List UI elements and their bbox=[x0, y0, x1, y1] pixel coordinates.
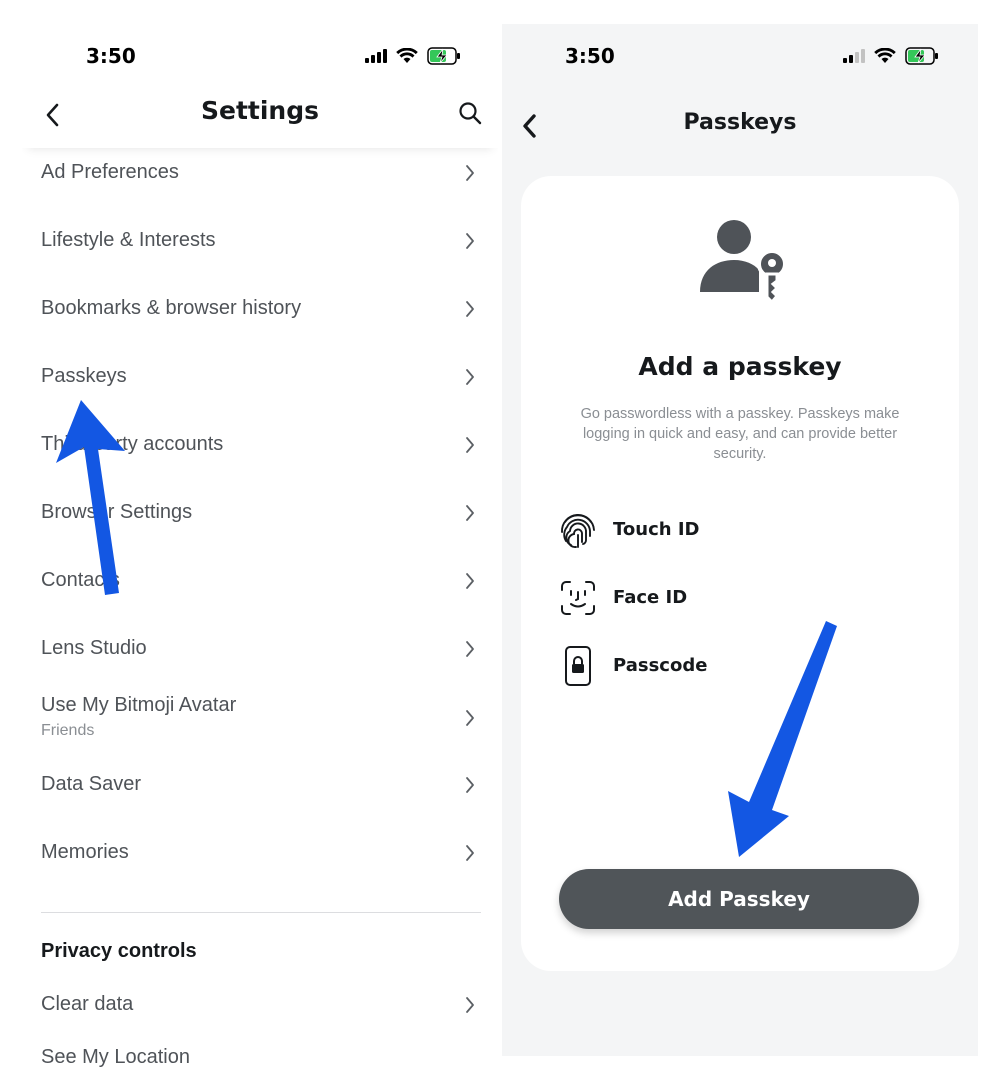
status-time: 3:50 bbox=[86, 44, 136, 68]
settings-item-ad-preferences[interactable]: Ad Preferences bbox=[22, 143, 498, 203]
search-icon[interactable] bbox=[458, 101, 482, 125]
face-id-icon bbox=[561, 581, 595, 615]
wifi-icon bbox=[874, 48, 896, 64]
status-icons bbox=[365, 47, 461, 65]
signal-icon bbox=[365, 49, 387, 63]
settings-item-bookmarks-history[interactable]: Bookmarks & browser history bbox=[22, 279, 498, 339]
chevron-right-icon bbox=[466, 641, 474, 657]
chevron-right-icon bbox=[466, 710, 474, 726]
settings-item-contacts[interactable]: Contacts bbox=[22, 551, 498, 611]
settings-item-third-party-accounts[interactable]: Third-party accounts bbox=[22, 415, 498, 475]
settings-item-label: Ad Preferences bbox=[41, 161, 179, 183]
chevron-right-icon bbox=[466, 233, 474, 249]
passkey-card: Add a passkey Go passwordless with a pas… bbox=[521, 176, 959, 971]
wifi-icon bbox=[396, 48, 418, 64]
add-passkey-heading: Add a passkey bbox=[638, 352, 842, 381]
chevron-right-icon bbox=[466, 573, 474, 589]
passcode-phone-icon bbox=[565, 646, 591, 686]
chevron-right-icon bbox=[466, 997, 474, 1013]
chevron-right-icon bbox=[466, 505, 474, 521]
chevron-right-icon bbox=[466, 845, 474, 861]
settings-item-label: Lifestyle & Interests bbox=[41, 229, 216, 251]
settings-item-label: Clear data bbox=[41, 993, 134, 1015]
chevron-right-icon bbox=[466, 301, 474, 317]
settings-item-browser-settings[interactable]: Browser Settings bbox=[22, 483, 498, 543]
passkeys-screen: 3:50 Passkeys Add a passkey Go passwordl… bbox=[502, 24, 978, 1056]
user-key-icon bbox=[700, 220, 787, 304]
settings-item-passkeys[interactable]: Passkeys bbox=[22, 347, 498, 407]
settings-item-clear-data[interactable]: Clear data bbox=[22, 975, 498, 1035]
section-divider bbox=[41, 912, 481, 913]
method-face-id: Face ID bbox=[559, 578, 919, 618]
settings-item-label: Use My Bitmoji Avatar bbox=[41, 694, 237, 716]
settings-item-label: Passkeys bbox=[41, 365, 127, 387]
settings-header: Settings bbox=[22, 82, 498, 148]
add-passkey-button[interactable]: Add Passkey bbox=[559, 869, 919, 929]
settings-item-lens-studio[interactable]: Lens Studio bbox=[22, 619, 498, 679]
method-label: Passcode bbox=[613, 655, 708, 676]
chevron-right-icon bbox=[466, 777, 474, 793]
settings-screen: 3:50 Settings Ad Preferences Lifestyle &… bbox=[22, 0, 498, 1079]
settings-item-lifestyle-interests[interactable]: Lifestyle & Interests bbox=[22, 211, 498, 271]
method-label: Touch ID bbox=[613, 519, 700, 540]
battery-charging-icon bbox=[427, 47, 461, 65]
method-label: Face ID bbox=[613, 587, 688, 608]
settings-item-label: Browser Settings bbox=[41, 501, 193, 523]
settings-item-label: Contacts bbox=[41, 569, 120, 591]
method-touch-id: Touch ID bbox=[559, 510, 919, 550]
settings-item-label: Data Saver bbox=[41, 773, 142, 795]
battery-charging-icon bbox=[905, 47, 939, 65]
settings-item-bitmoji-avatar[interactable]: Use My Bitmoji Avatar Friends bbox=[22, 687, 498, 755]
settings-item-see-my-location[interactable]: See My Location bbox=[41, 1046, 190, 1069]
status-icons bbox=[843, 47, 939, 65]
privacy-controls-heading: Privacy controls bbox=[41, 940, 197, 962]
status-time: 3:50 bbox=[565, 44, 615, 68]
page-title: Passkeys bbox=[683, 110, 797, 135]
method-passcode: Passcode bbox=[559, 646, 919, 686]
settings-item-sublabel: Friends bbox=[41, 722, 95, 739]
chevron-right-icon bbox=[466, 165, 474, 181]
settings-item-label: Memories bbox=[41, 841, 129, 863]
settings-item-label: Lens Studio bbox=[41, 637, 147, 659]
passkey-description: Go passwordless with a passkey. Passkeys… bbox=[580, 406, 900, 462]
settings-item-label: Third-party accounts bbox=[41, 433, 224, 455]
settings-item-data-saver[interactable]: Data Saver bbox=[22, 755, 498, 815]
chevron-right-icon bbox=[466, 437, 474, 453]
settings-item-memories[interactable]: Memories bbox=[22, 823, 498, 883]
page-title: Settings bbox=[200, 96, 319, 125]
chevron-right-icon bbox=[466, 369, 474, 385]
signal-icon bbox=[843, 49, 865, 63]
fingerprint-icon bbox=[561, 514, 595, 548]
settings-item-label: Bookmarks & browser history bbox=[41, 297, 302, 319]
